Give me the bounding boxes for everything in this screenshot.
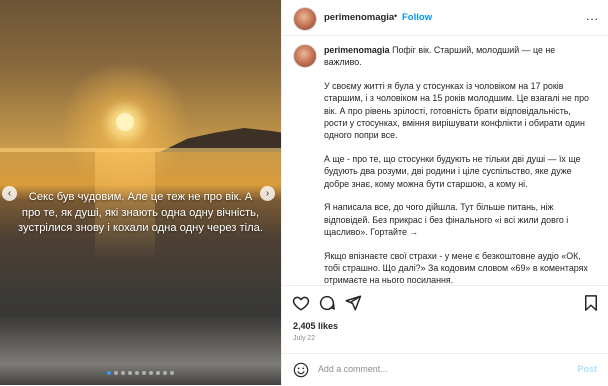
carousel-dot	[107, 371, 111, 375]
post-media-image[interactable]: Секс був чудовим. Але це теж не про вік.…	[0, 0, 281, 385]
share-icon[interactable]	[344, 294, 362, 312]
carousel-prev-button[interactable]: ‹	[2, 186, 17, 201]
chevron-right-icon: ›	[265, 187, 270, 199]
carousel-indicator	[0, 371, 281, 375]
carousel-dot	[135, 371, 139, 375]
caption-paragraph: А ще - про те, що стосунки будують не ті…	[324, 154, 581, 189]
comment-bar: Add a comment... Post	[282, 353, 608, 386]
caption-username[interactable]: perimenomagia	[324, 45, 390, 55]
carousel-dot	[149, 371, 153, 375]
carousel-next-button[interactable]: ›	[260, 186, 275, 201]
avatar[interactable]	[293, 7, 317, 31]
comment-icon[interactable]	[318, 294, 336, 312]
carousel-dot	[128, 371, 132, 375]
more-options-icon[interactable]: ...	[586, 9, 599, 23]
sun	[116, 113, 134, 131]
bookmark-icon[interactable]	[582, 294, 600, 312]
post-date[interactable]: July 22	[293, 335, 315, 342]
caption-paragraph: Я написала все, до чого дійшла. Тут біль…	[324, 202, 569, 238]
carousel-dot	[142, 371, 146, 375]
carousel-dot	[156, 371, 160, 375]
comment-input[interactable]: Add a comment...	[318, 364, 388, 374]
caption-avatar[interactable]	[293, 44, 317, 68]
media-overlay-text: Секс був чудовим. Але це теж не про вік.…	[18, 191, 263, 235]
caption-paragraph: У своєму житті я була у стосунках із чол…	[324, 81, 589, 141]
chevron-left-icon: ‹	[7, 187, 12, 199]
carousel-dot	[163, 371, 167, 375]
post-comment-button[interactable]: Post	[577, 364, 597, 374]
likes-count[interactable]: 2,405 likes	[293, 321, 338, 331]
instagram-post: Секс був чудовим. Але це теж не про вік.…	[0, 0, 608, 385]
emoji-icon[interactable]	[293, 362, 309, 378]
heart-icon[interactable]	[292, 294, 310, 312]
action-bar	[282, 285, 608, 322]
carousel-dot	[114, 371, 118, 375]
header-separator: •	[394, 11, 398, 21]
carousel-dot	[121, 371, 125, 375]
carousel-dot	[170, 371, 174, 375]
post-side-panel: perimenomagia • Follow ... perimenomagia…	[281, 0, 608, 385]
caption-paragraph: Якщо впізнаєте свої страхи - у мене є бе…	[324, 250, 588, 286]
post-header: perimenomagia • Follow ...	[282, 0, 608, 36]
caption-text: perimenomagia Пофіг вік. Старший, молодш…	[324, 44, 594, 298]
header-username[interactable]: perimenomagia	[324, 12, 394, 23]
follow-button[interactable]: Follow	[402, 12, 432, 23]
